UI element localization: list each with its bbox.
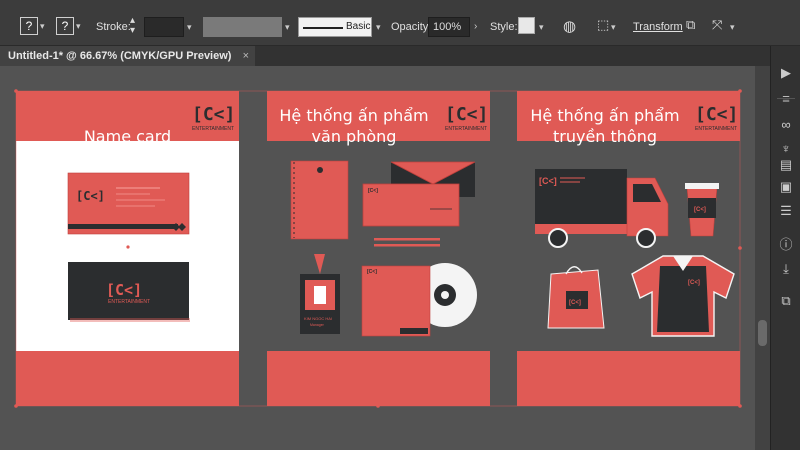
vertical-scrollbar[interactable] (755, 66, 770, 450)
business-card-back-logo: [C<] (106, 281, 142, 299)
fill-swatch[interactable]: ? (20, 17, 38, 35)
opacity-arrow-icon[interactable]: › (474, 21, 477, 32)
puppet-icon[interactable]: ♆ (779, 142, 793, 156)
scrollbar-thumb[interactable] (758, 320, 767, 346)
office-title-line1: Hệ thống ấn phẩm (279, 106, 429, 125)
style-dropdown-icon[interactable]: ▾ (539, 22, 544, 33)
media-title-line1: Hệ thống ấn phẩm (530, 106, 680, 125)
office-title-line2: văn phòng (311, 127, 397, 146)
stroke-dropdown-icon[interactable]: ▾ (76, 21, 81, 32)
document-tab[interactable]: Untitled-1* @ 66.67% (CMYK/GPU Preview) … (0, 46, 255, 66)
canvas[interactable]: [C<] ENTERTAINMENT [C<] [C<] ENTERTAINME… (0, 66, 770, 450)
truck-wheel-rear (548, 228, 568, 248)
brush-dropdown-icon[interactable]: ▾ (376, 22, 381, 33)
folder (361, 265, 431, 337)
fill-dropdown-icon[interactable]: ▾ (40, 21, 45, 32)
control-bar: ? ▾ ? ▾ Stroke: ▴ ▾ ▾ ▾ Basic ▾ Opacity: … (0, 0, 800, 46)
transform-link[interactable]: Transform (633, 21, 683, 33)
isolate-icon[interactable]: ⧉ (686, 17, 695, 33)
export-icon[interactable]: ⤓ (779, 262, 793, 276)
business-card-logo: [C<] (76, 189, 105, 203)
gradient-icon[interactable]: ▣ (779, 180, 793, 194)
document-tab-title: Untitled-1* @ 66.67% (CMYK/GPU Preview) (8, 50, 232, 62)
svg-text:ENTERTAINMENT: ENTERTAINMENT (695, 126, 737, 132)
office-logo-mark: [C<] (445, 104, 488, 125)
stroke-swatch[interactable]: ? (56, 17, 74, 35)
badge-name-text: KIM NGOC HAI (304, 316, 332, 321)
pen-1 (374, 238, 440, 241)
opacity-input[interactable]: 100% (428, 17, 470, 37)
style-swatch[interactable] (518, 17, 535, 34)
pen-2 (374, 244, 440, 247)
svg-text:[C<]: [C<] (694, 207, 706, 213)
opacity-label: Opacity: (391, 21, 432, 33)
media-footer (517, 351, 740, 406)
media-title-line2: truyền thông (552, 127, 658, 146)
layers-icon[interactable]: ▤ (779, 158, 793, 172)
align-dropdown-icon[interactable]: ▾ (611, 22, 616, 33)
stroke-label: Stroke: (96, 21, 131, 33)
svg-text:ENTERTAINMENT: ENTERTAINMENT (445, 126, 487, 132)
arrange-dropdown-icon[interactable]: ▾ (730, 22, 735, 33)
info-icon[interactable]: ⓘ (779, 238, 793, 252)
brush-label: Basic (346, 21, 371, 32)
artboard-icon[interactable]: ⧉ (779, 294, 793, 308)
svg-text:[C<]: [C<] (368, 188, 378, 194)
media-logo-mark: [C<] (695, 104, 738, 125)
menu-icon[interactable]: ≡ (779, 92, 793, 106)
brush-stroke-preview (303, 27, 343, 29)
right-panel-dock: ▶ ≡ ∞ ♆ ▤ ▣ ☰ ⓘ ⤓ ⧉ (770, 46, 800, 450)
profile-dropdown-icon[interactable]: ▾ (285, 22, 290, 33)
brush-definition[interactable]: Basic (298, 17, 372, 37)
lanyard (314, 254, 325, 274)
play-icon[interactable]: ▶ (779, 66, 793, 80)
stroke-weight-dropdown-icon[interactable]: ▾ (187, 22, 192, 33)
style-label: Style: (490, 21, 518, 33)
variable-width-profile[interactable] (203, 17, 282, 37)
recolor-artwork-icon[interactable]: ◍ (563, 17, 576, 35)
stroke-weight-input[interactable] (144, 17, 184, 37)
office-footer (267, 351, 490, 406)
svg-text:[C<]: [C<] (569, 300, 581, 306)
truck-wheel-front (636, 228, 656, 248)
close-tab-icon[interactable]: × (243, 46, 249, 66)
svg-text:[C<]: [C<] (367, 269, 377, 275)
name-card-logo-mark: [C<] (192, 104, 235, 125)
svg-text:ENTERTAINMENT: ENTERTAINMENT (108, 299, 150, 305)
align-icon[interactable]: ⬚ (597, 17, 609, 33)
name-card-footer (16, 351, 239, 406)
svg-text:[C<]: [C<] (539, 176, 557, 186)
name-card-title: Name card (83, 127, 172, 146)
document-tab-bar: Untitled-1* @ 66.67% (CMYK/GPU Preview) … (0, 46, 770, 66)
stroke-stepper-icon[interactable]: ▴ ▾ (130, 16, 135, 36)
badge-role-text: Manager (310, 323, 325, 327)
media-title: Hệ thống ấn phẩm truyền thông (515, 105, 695, 147)
link-icon[interactable]: ∞ (779, 118, 793, 132)
arrange-icon[interactable]: ⤧ (712, 17, 722, 33)
business-card-stripe (68, 224, 178, 229)
svg-text:[C<]: [C<] (688, 280, 700, 286)
pattern-icon[interactable]: ☰ (779, 204, 793, 218)
office-title: Hệ thống ấn phẩm văn phòng (264, 105, 444, 147)
